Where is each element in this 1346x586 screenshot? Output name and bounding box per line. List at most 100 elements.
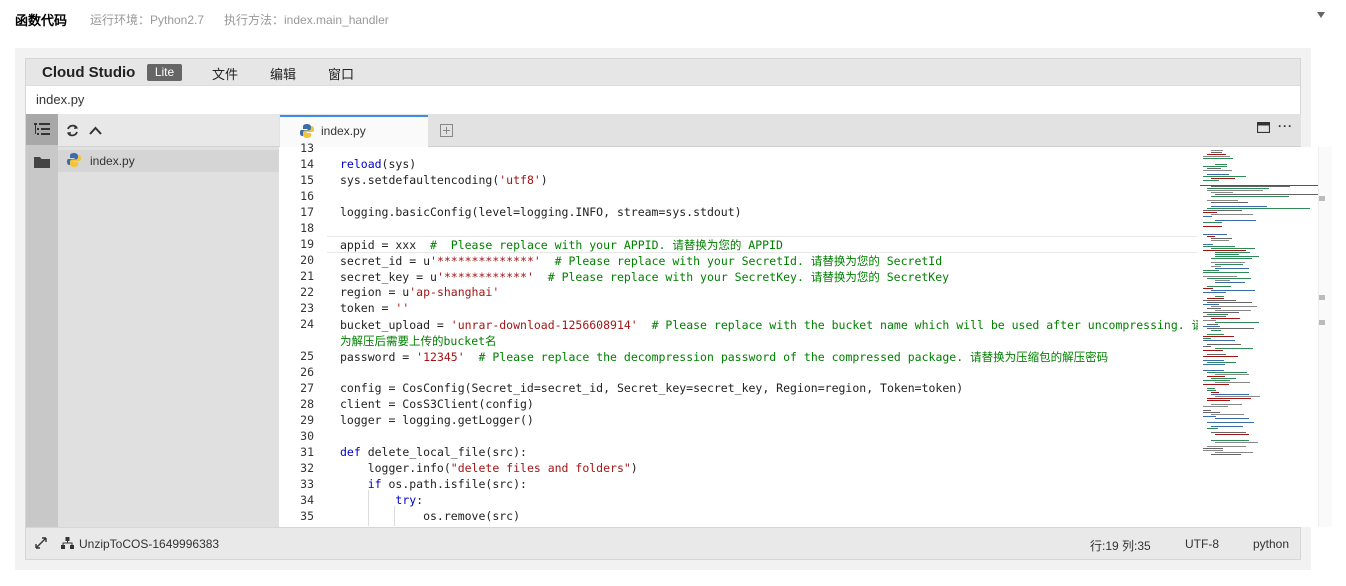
minimap-stroke <box>1211 266 1221 267</box>
code-line: appid = xxx # Please replace with your A… <box>340 238 783 252</box>
minimap-stroke <box>1207 372 1247 373</box>
minimap-stroke <box>1211 206 1267 207</box>
minimap-stroke <box>1211 150 1223 151</box>
minimap-stroke <box>1215 194 1329 195</box>
minimap-stroke <box>1203 416 1216 417</box>
line-number: 27 <box>300 381 314 395</box>
minimap-stroke <box>1203 250 1246 251</box>
minimap-stroke <box>1207 200 1238 201</box>
line-number: 22 <box>300 285 314 299</box>
python-file-icon <box>67 153 81 167</box>
minimap-stroke <box>1203 246 1235 247</box>
tree-list-icon <box>34 123 50 135</box>
line-number: 32 <box>300 461 314 475</box>
minimap-stroke <box>1203 336 1234 337</box>
refresh-icon[interactable] <box>66 124 79 137</box>
indent-guide <box>394 506 395 526</box>
line-number: 35 <box>300 509 314 523</box>
minimap-stroke <box>1207 362 1236 363</box>
minimap-stroke <box>1211 378 1236 379</box>
collapse-up-icon[interactable] <box>89 126 102 135</box>
minimap-stroke <box>1203 410 1211 411</box>
minimap-stroke <box>1203 448 1223 449</box>
minimap-stroke <box>1207 188 1269 189</box>
minimap-stroke <box>1215 396 1260 397</box>
scrollbar-marker <box>1319 295 1325 300</box>
minimap-stroke <box>1207 168 1221 169</box>
minimap-stroke <box>1215 296 1224 297</box>
minimap-stroke <box>1211 392 1219 393</box>
line-number: 33 <box>300 477 314 491</box>
more-options-icon[interactable]: ··· <box>1278 119 1293 133</box>
collapse-chevron-icon[interactable] <box>1317 12 1325 18</box>
code-line: client = CosS3Client(config) <box>340 397 534 411</box>
encoding-indicator[interactable]: UTF-8 <box>1185 537 1219 551</box>
menu-edit[interactable]: 编辑 <box>270 64 296 83</box>
minimap[interactable] <box>1198 147 1318 527</box>
project-tree-icon <box>61 537 74 549</box>
minimap-stroke <box>1207 174 1229 175</box>
minimap-stroke <box>1203 234 1227 235</box>
vertical-scrollbar[interactable] <box>1318 147 1332 527</box>
minimap-stroke <box>1203 226 1222 227</box>
minimap-stroke <box>1211 454 1241 455</box>
menu-window[interactable]: 窗口 <box>328 64 354 83</box>
language-mode[interactable]: python <box>1253 537 1289 551</box>
minimap-stroke <box>1207 324 1218 325</box>
new-tab-icon[interactable] <box>440 124 453 137</box>
minimap-stroke <box>1215 434 1249 435</box>
handler-info: 执行方法：index.main_handler <box>224 13 389 27</box>
code-line: logging.basicConfig(level=logging.INFO, … <box>340 205 742 219</box>
minimap-stroke <box>1211 330 1221 331</box>
tab-label: index.py <box>321 124 366 138</box>
minimap-stroke <box>1211 202 1248 203</box>
line-number: 16 <box>300 189 314 203</box>
expand-icon[interactable] <box>35 537 47 549</box>
minimap-stroke <box>1203 216 1212 217</box>
code-line: reload(sys) <box>340 157 417 171</box>
minimap-stroke <box>1215 220 1256 221</box>
minimap-stroke <box>1203 312 1239 313</box>
minimap-stroke <box>1207 446 1246 447</box>
minimap-stroke <box>1203 338 1211 339</box>
minimap-stroke <box>1207 400 1230 401</box>
minimap-stroke <box>1207 354 1226 355</box>
folder-icon[interactable] <box>34 155 50 168</box>
lite-badge: Lite <box>147 64 182 81</box>
minimap-stroke <box>1211 290 1255 291</box>
menu-file[interactable]: 文件 <box>212 64 238 83</box>
cursor-position[interactable]: 行:19 列:35 <box>1090 537 1151 554</box>
minimap-stroke <box>1203 364 1225 365</box>
line-number: 23 <box>300 301 314 315</box>
minimap-stroke <box>1203 326 1220 327</box>
minimap-stroke <box>1203 222 1222 223</box>
minimap-stroke <box>1215 282 1245 283</box>
minimap-stroke <box>1215 322 1259 323</box>
minimap-stroke <box>1207 286 1231 287</box>
brand-logo: Cloud Studio <box>42 64 136 81</box>
minimap-stroke <box>1211 214 1253 215</box>
minimap-stroke <box>1203 166 1227 167</box>
minimap-stroke <box>1211 306 1257 307</box>
project-name[interactable]: UnzipToCOS-1649996383 <box>79 537 219 551</box>
code-line: password = '12345' # Please replace the … <box>340 350 1109 364</box>
minimap-stroke <box>1215 382 1250 383</box>
minimap-stroke <box>1211 238 1232 239</box>
file-path-bar <box>26 85 1300 116</box>
minimap-stroke <box>1211 318 1240 319</box>
minimap-stroke <box>1207 208 1310 209</box>
minimap-stroke <box>1215 452 1253 453</box>
minimap-stroke <box>1211 186 1290 187</box>
python-tab-icon <box>300 124 314 138</box>
minimap-stroke <box>1211 178 1235 179</box>
code-line: bucket_upload = 'unrar-download-12566089… <box>340 318 1227 332</box>
maximize-icon[interactable] <box>1257 122 1270 133</box>
minimap-stroke <box>1207 422 1254 423</box>
line-number: 30 <box>300 429 314 443</box>
minimap-stroke <box>1211 196 1289 197</box>
minimap-stroke <box>1203 346 1211 347</box>
minimap-stroke <box>1203 340 1235 341</box>
minimap-stroke <box>1215 264 1243 265</box>
minimap-stroke <box>1203 276 1237 277</box>
line-number: 19 <box>300 237 314 251</box>
